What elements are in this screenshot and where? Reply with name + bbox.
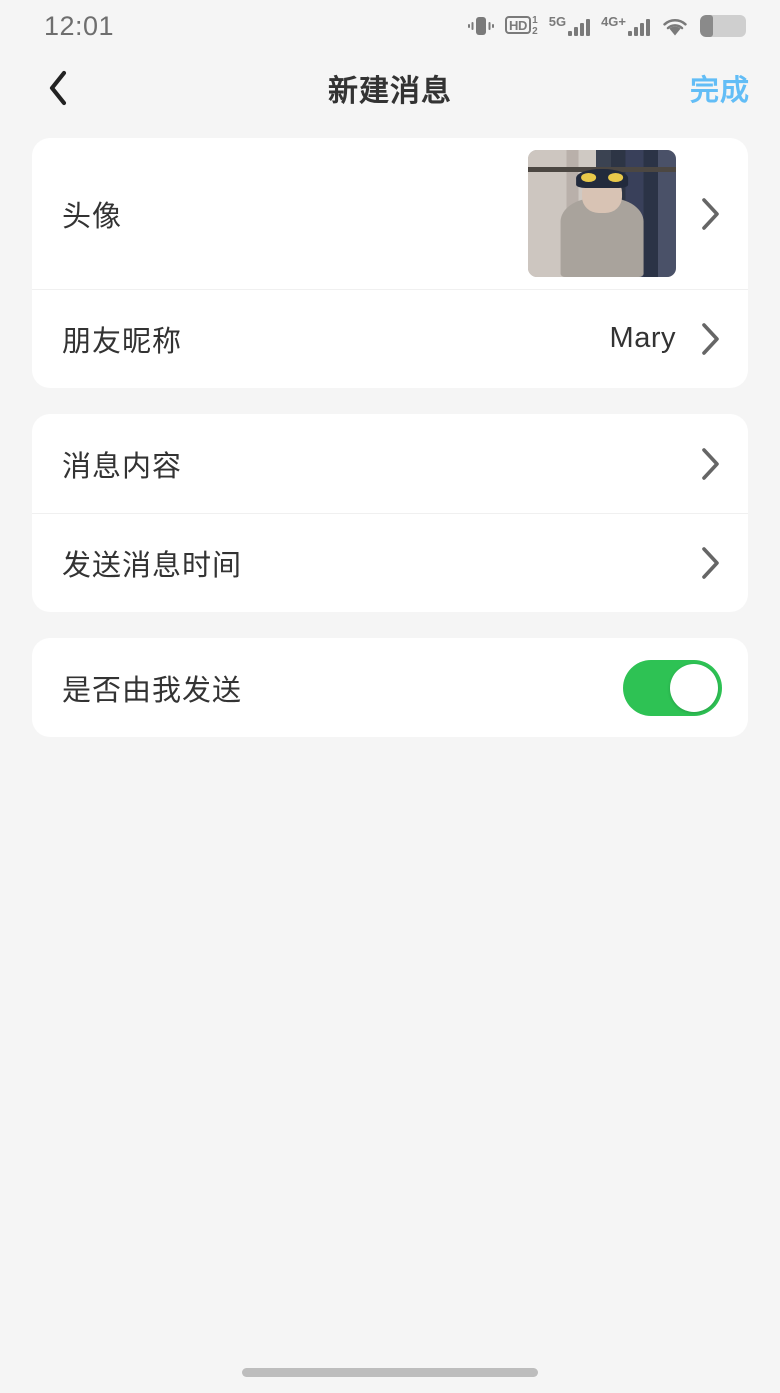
- message-content-row[interactable]: 消息内容: [32, 414, 748, 513]
- chevron-left-icon: [46, 68, 70, 108]
- message-content-row-label: 消息内容: [62, 450, 183, 483]
- status-bar-icons: HD 1 2 5G 4G+: [467, 14, 746, 37]
- message-time-row-right: [700, 546, 722, 580]
- chevron-right-icon: [702, 447, 719, 480]
- signal-4g-plus-bars: [628, 17, 650, 36]
- message-content-row-right: [700, 447, 722, 481]
- chevron-right-icon: [702, 546, 719, 579]
- message-time-row-label: 发送消息时间: [62, 549, 243, 582]
- sent-by-me-row[interactable]: 是否由我发送: [32, 638, 748, 737]
- avatar-row-label: 头像: [62, 200, 123, 233]
- chevron-right-icon: [702, 322, 719, 355]
- hd-voice-sim-numbers: 1 2: [532, 15, 538, 37]
- signal-5g-icon: 5G: [548, 14, 591, 36]
- hd-voice-label: HD: [504, 16, 532, 34]
- sent-by-me-toggle[interactable]: [623, 659, 722, 716]
- avatar-row-right: [528, 150, 722, 277]
- hd-voice-sim1: 1: [532, 15, 538, 26]
- avatar: [528, 150, 676, 277]
- toggle-knob: [670, 663, 718, 712]
- chevron-right-icon: [702, 197, 719, 230]
- navigation-bar: 新建消息 完成: [0, 52, 780, 124]
- settings-list: 头像 朋友昵称 Mary 消息内容 发送消息时间 是否由我发送: [0, 124, 780, 737]
- hd-voice-icon: HD 1 2: [504, 15, 538, 37]
- nickname-row[interactable]: 朋友昵称 Mary: [32, 289, 748, 388]
- back-button[interactable]: [32, 62, 84, 114]
- hd-voice-sim2: 2: [532, 26, 538, 37]
- signal-5g-label: 5G: [548, 14, 567, 29]
- wifi-icon: [661, 16, 689, 37]
- done-button[interactable]: 完成: [690, 67, 750, 109]
- home-indicator[interactable]: [242, 1368, 538, 1377]
- battery-icon: [700, 15, 746, 37]
- status-bar: 12:01 HD 1 2 5G 4G+: [0, 0, 780, 52]
- vibrate-icon: [467, 15, 494, 37]
- status-bar-time: 12:01: [44, 10, 115, 41]
- message-time-row[interactable]: 发送消息时间: [32, 513, 748, 612]
- avatar-row[interactable]: 头像: [32, 138, 748, 289]
- signal-4g-plus-icon: 4G+: [601, 14, 650, 36]
- page-title: 新建消息: [328, 75, 452, 108]
- signal-5g-bars: [568, 17, 591, 36]
- profile-card: 头像 朋友昵称 Mary: [32, 138, 748, 388]
- sent-by-me-row-label: 是否由我发送: [62, 674, 243, 707]
- nickname-value: Mary: [609, 322, 676, 354]
- signal-4g-plus-label: 4G+: [601, 14, 626, 29]
- avatar-cap: [576, 169, 628, 189]
- message-card: 消息内容 发送消息时间: [32, 414, 748, 612]
- nickname-row-label: 朋友昵称: [62, 325, 183, 358]
- sender-card: 是否由我发送: [32, 638, 748, 737]
- sent-by-me-row-right: [623, 659, 722, 716]
- nickname-row-right: Mary: [610, 322, 722, 356]
